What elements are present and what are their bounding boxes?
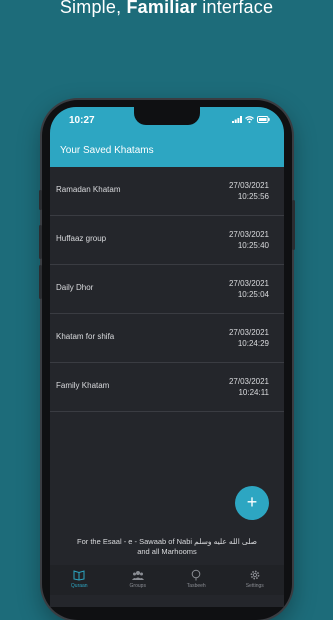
nav-item-settings[interactable]: Settings (226, 565, 285, 595)
khatam-date: 27/03/2021 (228, 181, 269, 190)
dedication-line-1: For the Esaal - e - Sawaab of Nabi صلى ا… (77, 537, 257, 546)
mute-button (39, 190, 42, 210)
khatam-name: Khatam for shifa (56, 332, 115, 341)
gear-icon (250, 570, 260, 580)
people-icon (131, 571, 144, 580)
khatam-timestamp: 27/03/2021 10:24:29 (229, 327, 269, 349)
status-bar: 10:27 (50, 107, 284, 133)
khatam-timestamp: 27/03/2021 10:25:56 (229, 180, 269, 202)
khatam-row[interactable]: Daily Dhor 27/03/2021 10:25:04 (50, 265, 284, 314)
battery-icon (257, 116, 270, 123)
add-khatam-button[interactable]: + (235, 486, 269, 520)
headline-plain: Simple, (59, 0, 127, 17)
khatam-name: Huffaaz group (56, 234, 107, 243)
nav-label: Quraan (70, 583, 88, 589)
nav-label: Tasbeeh (186, 583, 206, 589)
khatam-row[interactable]: Family Khatam 27/03/2021 10:24:11 (50, 363, 284, 412)
khatam-date: 27/03/2021 (228, 328, 269, 337)
khatam-name: Family Khatam (56, 381, 110, 390)
headline-rest: interface (197, 0, 274, 17)
khatam-row[interactable]: Ramadan Khatam 27/03/2021 10:25:56 (50, 167, 284, 216)
status-icons (232, 116, 270, 123)
volume-down-button (39, 265, 42, 299)
volume-up-button (39, 225, 42, 259)
khatam-date: 27/03/2021 (228, 279, 269, 288)
promo-headline: Simple, Familiar interface (0, 0, 333, 18)
khatam-time: 10:25:04 (237, 290, 269, 299)
notch (134, 107, 200, 125)
headline-bold: Familiar (126, 0, 198, 17)
app-bar: Your Saved Khatams (50, 133, 284, 167)
tasbeeh-icon (191, 569, 201, 581)
khatam-row[interactable]: Huffaaz group 27/03/2021 10:25:40 (50, 216, 284, 265)
khatam-timestamp: 27/03/2021 10:25:40 (229, 229, 269, 251)
bottom-nav: Quraan Groups Tasbeeh Settings (50, 565, 284, 595)
khatam-timestamp: 27/03/2021 10:25:04 (229, 278, 269, 300)
nav-item-tasbeeh[interactable]: Tasbeeh (167, 565, 226, 595)
book-icon (73, 570, 85, 581)
khatam-timestamp: 27/03/2021 10:24:11 (229, 376, 269, 398)
dedication-text: For the Esaal - e - Sawaab of Nabi صلى ا… (50, 537, 284, 557)
nav-item-groups[interactable]: Groups (109, 565, 168, 595)
status-time: 10:27 (69, 115, 95, 126)
app-screen: 10:27 Your Saved Khatams Ramadan Khatam (50, 107, 284, 607)
nav-label: Settings (245, 583, 264, 589)
khatam-time: 10:25:56 (237, 192, 269, 201)
khatam-date: 27/03/2021 (228, 230, 269, 239)
wifi-icon (245, 116, 254, 123)
signal-icon (232, 116, 242, 123)
power-button (292, 200, 295, 250)
khatam-time: 10:25:40 (237, 241, 269, 250)
nav-item-quraan[interactable]: Quraan (50, 565, 109, 595)
khatam-list: Ramadan Khatam 27/03/2021 10:25:56 Huffa… (50, 167, 284, 412)
page-title: Your Saved Khatams (60, 145, 154, 156)
khatam-name: Ramadan Khatam (56, 185, 121, 194)
khatam-time: 10:24:11 (238, 388, 269, 397)
khatam-name: Daily Dhor (56, 283, 94, 292)
khatam-date: 27/03/2021 (228, 377, 269, 386)
khatam-row[interactable]: Khatam for shifa 27/03/2021 10:24:29 (50, 314, 284, 363)
khatam-time: 10:24:29 (237, 339, 269, 348)
dedication-line-2: and all Marhooms (137, 547, 197, 556)
nav-label: Groups (129, 583, 146, 589)
